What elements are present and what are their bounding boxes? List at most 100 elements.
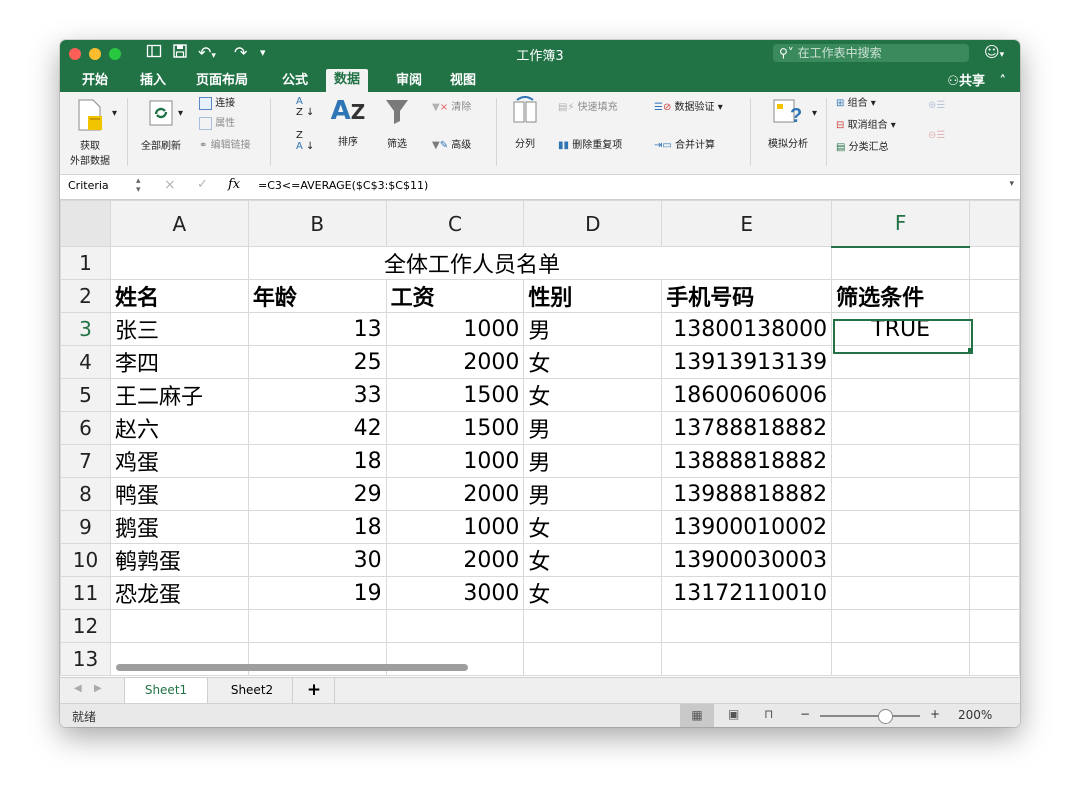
cell[interactable] — [969, 279, 1020, 313]
expand-formula-bar-icon[interactable]: ▾ — [1009, 179, 1014, 189]
tab-formulas[interactable]: 公式 — [282, 70, 308, 92]
row-header[interactable]: 6 — [60, 411, 111, 445]
prev-sheet-icon[interactable]: ◀ — [74, 683, 82, 694]
refresh-all-button[interactable]: 全部刷新 — [136, 98, 186, 152]
row-header[interactable]: 4 — [60, 345, 111, 379]
cell[interactable]: 李四 — [109, 345, 249, 379]
sort-descending-button[interactable]: ZA ↓ — [296, 130, 314, 152]
cell[interactable] — [831, 477, 971, 511]
feedback-smiley-icon[interactable]: ☺▾ — [984, 43, 1004, 61]
tab-data[interactable]: 数据 — [326, 69, 369, 92]
cell[interactable]: 鹅蛋 — [109, 510, 249, 544]
cell[interactable] — [831, 609, 971, 643]
cell[interactable] — [831, 246, 971, 280]
column-title-cell[interactable]: 年龄 — [247, 279, 387, 313]
cell[interactable] — [969, 576, 1020, 610]
cell[interactable] — [969, 543, 1020, 577]
cell[interactable]: 鹌鹑蛋 — [109, 543, 249, 577]
sort-button[interactable]: AZ 排序 — [328, 96, 368, 148]
cell[interactable]: 29 — [247, 477, 387, 511]
page-layout-view-icon[interactable]: ▣ — [728, 707, 739, 721]
row-header[interactable]: 8 — [60, 477, 111, 511]
group-button[interactable]: ⊞ 组合 ▾ — [836, 94, 876, 109]
criteria-header-cell[interactable]: 筛选条件 — [831, 279, 971, 313]
cell-table[interactable]: A B C D E F 1 全体工作人员名单 2 姓名 年龄 工资 性别 手机号码 筛选条件 3 张三 13 100… — [60, 200, 1020, 676]
cell[interactable]: 13 — [247, 312, 387, 346]
cell[interactable]: 13988818882 — [661, 477, 833, 511]
cell[interactable] — [831, 345, 971, 379]
cell[interactable] — [969, 411, 1020, 445]
cell[interactable] — [969, 246, 1020, 280]
cell[interactable]: 1000 — [385, 444, 525, 478]
cancel-entry-icon[interactable]: × — [164, 177, 176, 193]
cell[interactable] — [109, 609, 249, 643]
cell[interactable] — [831, 543, 971, 577]
column-title-cell[interactable]: 姓名 — [109, 279, 249, 313]
cell[interactable] — [385, 609, 525, 643]
horizontal-scrollbar[interactable] — [116, 664, 468, 671]
cell[interactable] — [969, 642, 1020, 676]
next-sheet-icon[interactable]: ▶ — [94, 683, 102, 694]
cell[interactable]: 男 — [523, 477, 663, 511]
column-header-f[interactable]: F — [831, 200, 971, 248]
tab-insert[interactable]: 插入 — [140, 70, 166, 92]
consolidate-button[interactable]: ⇥▭ 合并计算 — [654, 136, 715, 151]
cell[interactable]: 2000 — [385, 477, 525, 511]
cell[interactable]: 男 — [523, 444, 663, 478]
cell[interactable] — [661, 609, 833, 643]
get-external-data-button[interactable]: 获取 外部数据 — [68, 98, 112, 167]
column-title-cell[interactable]: 性别 — [523, 279, 663, 313]
cell[interactable] — [831, 510, 971, 544]
column-header-a[interactable]: A — [109, 200, 249, 247]
cell[interactable]: 25 — [247, 345, 387, 379]
cell[interactable]: 13888818882 — [661, 444, 833, 478]
cell[interactable]: 张三 — [109, 312, 249, 346]
row-header[interactable]: 1 — [60, 246, 111, 280]
share-button[interactable]: ⚇共享 ˄ — [947, 70, 1006, 89]
row-header[interactable]: 2 — [60, 279, 111, 313]
cell[interactable]: 13900010002 — [661, 510, 833, 544]
worksheet-grid[interactable]: A B C D E F 1 全体工作人员名单 2 姓名 年龄 工资 性别 手机号码 筛选条件 3 张三 13 100… — [60, 200, 1020, 677]
cell[interactable]: 鸭蛋 — [109, 477, 249, 511]
cell[interactable] — [969, 312, 1020, 346]
cell[interactable]: 13900030003 — [661, 543, 833, 577]
normal-view-button[interactable]: ▦ — [680, 704, 714, 727]
cell[interactable] — [109, 246, 249, 280]
row-header[interactable]: 10 — [60, 543, 111, 577]
properties-button[interactable]: 属性 — [199, 114, 235, 130]
cell[interactable]: 3000 — [385, 576, 525, 610]
tab-page-layout[interactable]: 页面布局 — [196, 70, 248, 92]
cell[interactable] — [247, 609, 387, 643]
zoom-slider-thumb[interactable] — [878, 709, 893, 724]
hide-detail-icon[interactable]: ⊖☰ — [928, 130, 945, 141]
cell[interactable]: 13800138000 — [661, 312, 833, 346]
cell[interactable]: 33 — [247, 378, 387, 412]
cell[interactable]: 13172110010 — [661, 576, 833, 610]
cell[interactable]: 19 — [247, 576, 387, 610]
column-title-cell[interactable]: 工资 — [385, 279, 525, 313]
remove-duplicates-button[interactable]: ▮▮ 删除重复项 — [558, 136, 622, 151]
cell[interactable]: 女 — [523, 378, 663, 412]
sheet-title-cell[interactable]: 全体工作人员名单 — [247, 246, 833, 280]
sort-ascending-button[interactable]: AZ ↓ — [296, 96, 314, 118]
cell[interactable]: 王二麻子 — [109, 378, 249, 412]
cell[interactable]: 赵六 — [109, 411, 249, 445]
cell[interactable] — [831, 378, 971, 412]
clear-filter-button[interactable]: ▼× 清除 — [432, 98, 471, 113]
row-header[interactable]: 12 — [60, 609, 111, 643]
cell[interactable] — [831, 576, 971, 610]
column-title-cell[interactable]: 手机号码 — [661, 279, 833, 313]
cell[interactable] — [831, 411, 971, 445]
cell[interactable]: 2000 — [385, 543, 525, 577]
confirm-entry-icon[interactable]: ✓ — [197, 177, 208, 192]
cell[interactable]: 2000 — [385, 345, 525, 379]
cell[interactable] — [523, 609, 663, 643]
cell[interactable]: 女 — [523, 576, 663, 610]
data-validation-button[interactable]: ☰⊘ 数据验证 ▾ — [654, 98, 723, 113]
tab-review[interactable]: 审阅 — [396, 70, 422, 92]
cell[interactable]: 30 — [247, 543, 387, 577]
cell[interactable]: 13788818882 — [661, 411, 833, 445]
ungroup-button[interactable]: ⊟ 取消组合 ▾ — [836, 116, 896, 131]
cell[interactable] — [969, 444, 1020, 478]
column-header-c[interactable]: C — [385, 200, 525, 247]
